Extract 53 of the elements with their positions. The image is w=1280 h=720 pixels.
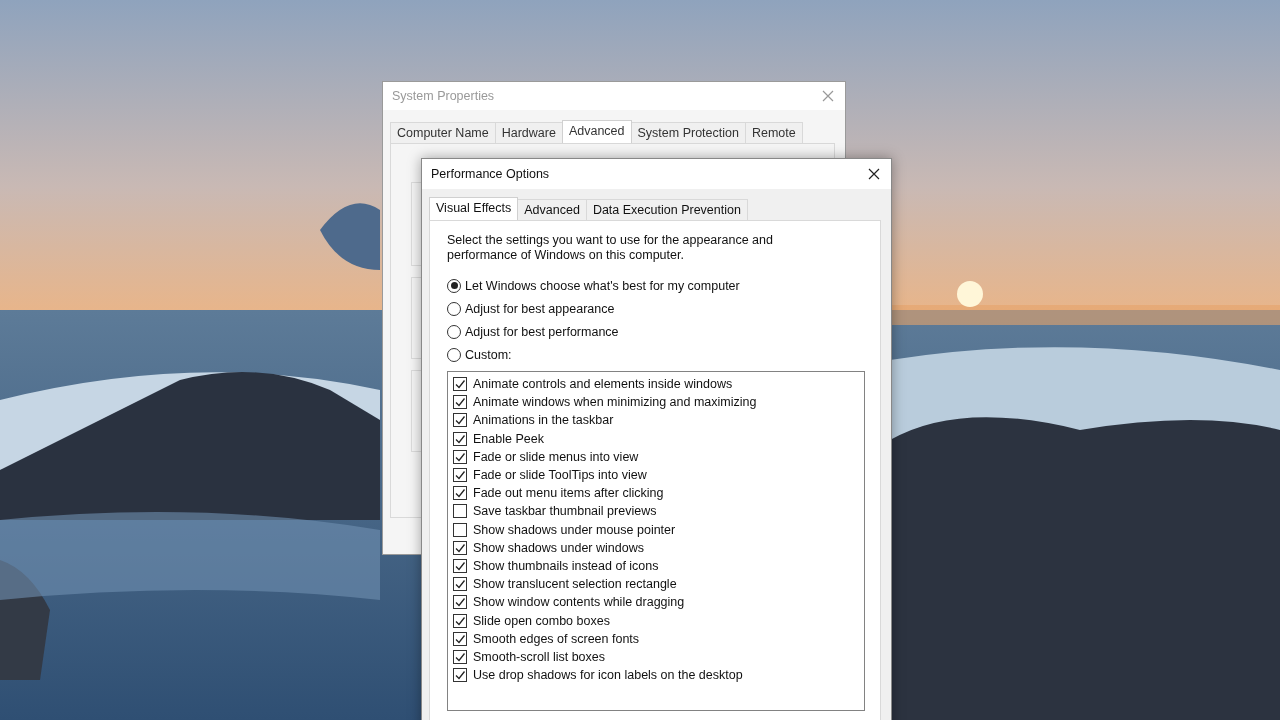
checkbox-label[interactable]: Smooth edges of screen fonts [473,631,640,646]
checkbox[interactable] [453,468,467,483]
description-text: Select the settings you want to use for the appearance and performance of Windows on this computer. [447,233,774,263]
checkbox[interactable] [453,649,467,664]
radio-button[interactable] [447,324,461,339]
tab[interactable]: Computer Name [390,122,496,143]
window-title: System Properties [392,89,495,103]
radio-button[interactable] [447,347,461,362]
radio-button[interactable] [447,278,461,293]
window-title: Performance Options [431,167,550,181]
checkbox[interactable] [453,431,467,446]
checkbox-label[interactable]: Use drop shadows for icon labels on the desktop [473,668,743,683]
checkbox-label[interactable]: Show shadows under mouse pointer [473,522,676,537]
tab[interactable]: Data Execution Prevention [585,199,748,220]
checkbox-label[interactable]: Animations in the taskbar [473,413,614,428]
checkbox[interactable] [453,504,467,519]
option-label[interactable]: Adjust for best appearance [465,301,615,316]
checkbox-label[interactable]: Fade or slide menus into view [473,449,639,464]
checkbox-label[interactable]: Enable Peek [473,431,544,446]
checkbox-label[interactable]: Show shadows under windows [473,540,644,555]
checkbox-label[interactable]: Slide open combo boxes [473,613,610,628]
checkbox-label[interactable]: Show thumbnails instead of icons [473,558,659,573]
tab[interactable]: Hardware [494,122,563,143]
tab[interactable]: System Protection [630,122,746,143]
option-label[interactable]: Custom: [465,347,512,362]
tab[interactable]: Visual Effects [429,197,519,220]
checkbox-label[interactable]: Fade or slide ToolTips into view [473,468,647,483]
close-icon[interactable] [868,168,880,180]
checkbox-label[interactable]: Show window contents while dragging [473,595,685,610]
checkbox[interactable] [453,540,467,555]
checkbox[interactable] [453,595,467,610]
checkbox-label[interactable]: Show translucent selection rectangle [473,577,677,592]
checkbox-label[interactable]: Animate windows when minimizing and maximizing [473,395,757,410]
checkbox[interactable] [453,522,467,537]
checkbox[interactable] [453,377,467,392]
checkbox[interactable] [453,449,467,464]
checkbox[interactable] [453,413,467,428]
option-label[interactable]: Adjust for best performance [465,324,619,339]
tab[interactable]: Remote [744,122,803,143]
tab[interactable]: Advanced [561,120,632,143]
checkbox[interactable] [453,395,467,410]
checkbox[interactable] [453,631,467,646]
checkbox-label[interactable]: Animate controls and elements inside windows [473,377,733,392]
checkbox-label[interactable]: Smooth-scroll list boxes [473,649,605,664]
checkbox-label[interactable]: Save taskbar thumbnail previews [473,504,657,519]
checkbox[interactable] [453,668,467,683]
checkbox[interactable] [453,486,467,501]
checkbox[interactable] [453,558,467,573]
checkbox[interactable] [453,577,467,592]
checkbox[interactable] [453,613,467,628]
checkbox-label[interactable]: Fade out menu items after clicking [473,486,664,501]
radio-button[interactable] [447,301,461,316]
option-label[interactable]: Let Windows choose what's best for my computer [465,278,740,293]
